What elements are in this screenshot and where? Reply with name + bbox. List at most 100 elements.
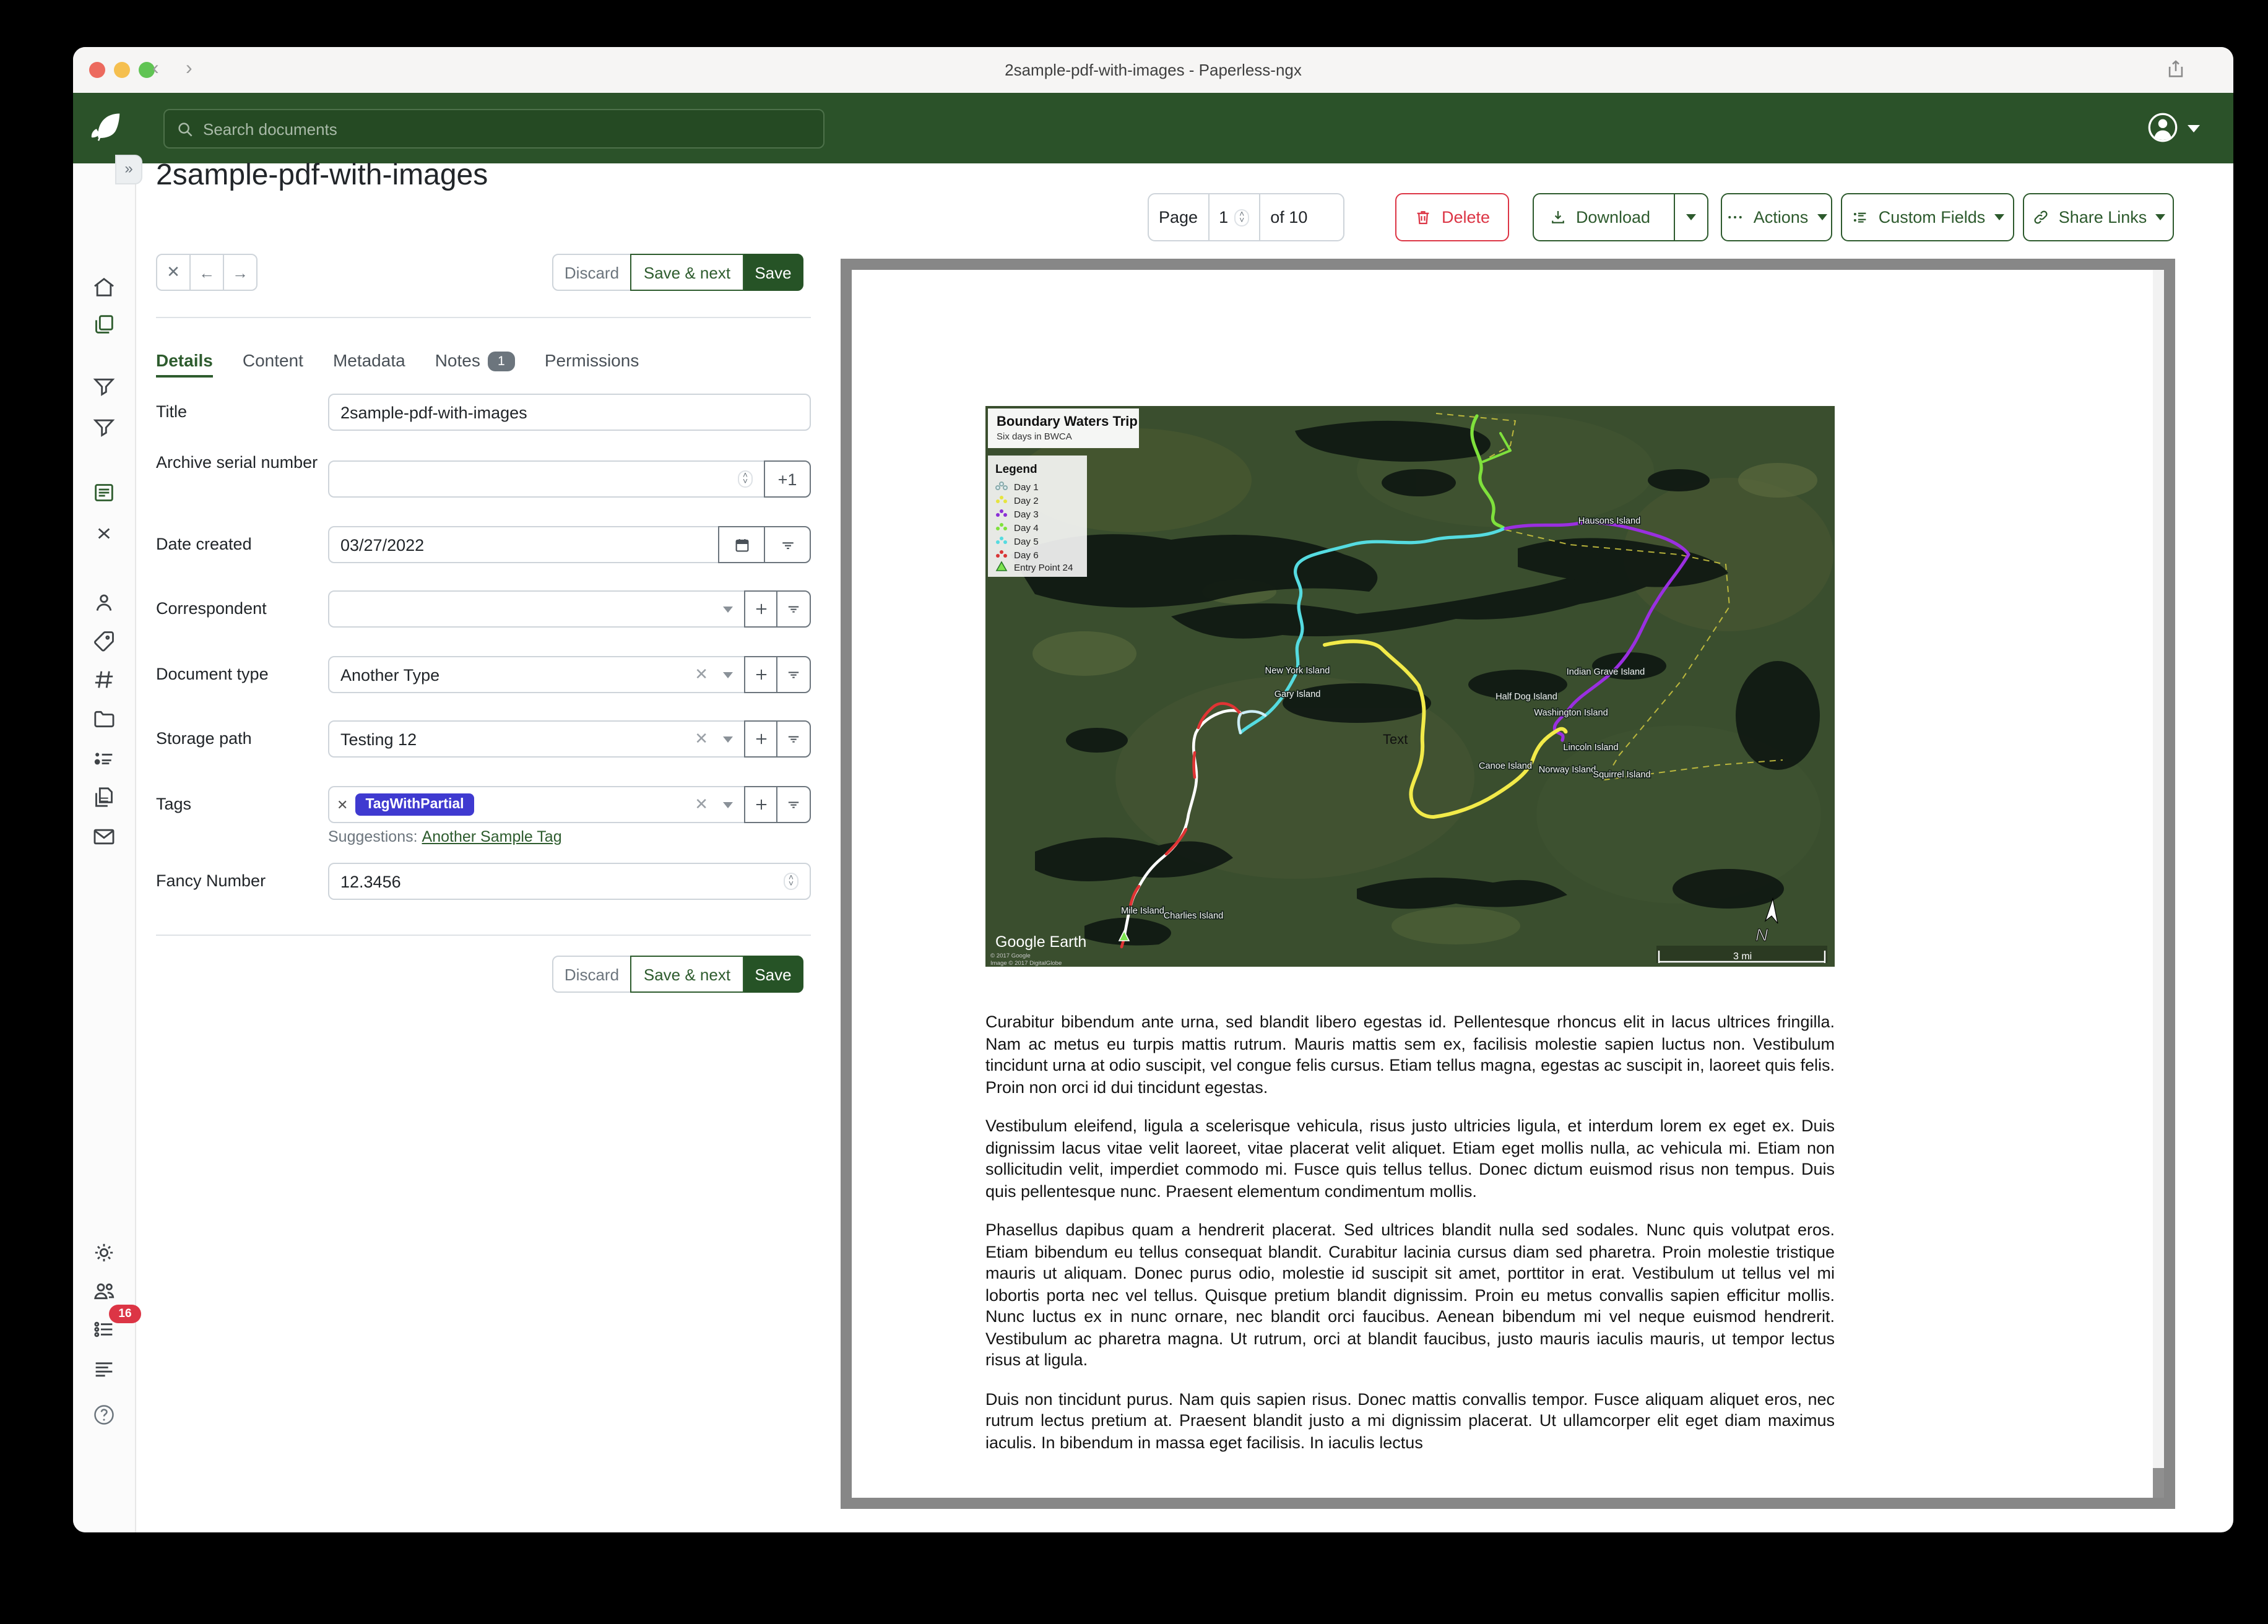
document-type-suggestions-button[interactable] (776, 656, 811, 693)
discard-button[interactable]: Discard (552, 254, 631, 291)
user-menu-caret-icon[interactable] (2188, 125, 2200, 132)
fancy-number-stepper-icon[interactable]: ˄˅ (784, 873, 799, 890)
field-asn: Archive serial number ˄˅ +1 (156, 460, 811, 498)
search-input[interactable]: Search documents (163, 109, 825, 149)
sidebar-item-asn[interactable] (92, 667, 116, 692)
legend-item: Day 2 (1014, 496, 1039, 506)
tab-content[interactable]: Content (243, 350, 303, 370)
sidebar-open-document[interactable] (92, 480, 116, 505)
sidebar-item-storage-paths[interactable] (92, 746, 116, 771)
map-island-label: Norway Island (1539, 765, 1596, 775)
map-island-label: Lincoln Island (1563, 743, 1618, 753)
save-and-next-button-bottom[interactable]: Save & next (630, 956, 744, 993)
storage-path-caret-icon (723, 736, 733, 742)
asn-input[interactable]: ˄˅ (328, 460, 765, 498)
plus-icon (752, 600, 769, 618)
map-island-label: Hausons Island (1578, 516, 1641, 526)
sidebar-item-documents[interactable] (92, 312, 116, 337)
add-document-type-button[interactable] (744, 656, 777, 693)
field-fancy-number: Fancy Number 12.3456 ˄˅ (156, 863, 811, 900)
date-created-input[interactable]: 03/27/2022 (328, 526, 719, 563)
clear-storage-path-icon[interactable]: ✕ (691, 729, 712, 749)
asn-stepper-icon[interactable]: ˄˅ (738, 470, 753, 488)
correspondent-select[interactable] (328, 590, 745, 628)
document-type-select[interactable]: Another Type✕ (328, 656, 745, 693)
title-input[interactable]: 2sample-pdf-with-images (328, 394, 811, 431)
preview-scrollbar[interactable] (2153, 270, 2164, 1498)
sidebar-item-document-types[interactable] (92, 707, 116, 732)
custom-fields-button[interactable]: Custom Fields (1841, 193, 2014, 241)
sidebar-item-correspondents[interactable] (92, 590, 116, 615)
map-island-label: Canoe Island (1479, 761, 1532, 771)
fancy-number-input[interactable]: 12.3456 ˄˅ (328, 863, 811, 900)
sidebar-item-saved-views[interactable] (92, 374, 116, 399)
add-storage-path-button[interactable] (744, 720, 777, 758)
doc-nav-group: ✕ ← → (156, 254, 258, 291)
legend-item: Entry Point 24 (1014, 563, 1073, 573)
document-preview-pane[interactable]: Hausons Island New York Island Gary Isla… (841, 259, 2175, 1509)
storage-path-suggestions-button[interactable] (776, 720, 811, 758)
page-stepper-icon[interactable]: ˄˅ (1234, 209, 1249, 226)
user-avatar-icon[interactable] (2145, 110, 2180, 145)
remove-tag-icon[interactable]: ✕ (337, 797, 348, 813)
titlebar: ‹ › 2sample-pdf-with-images - Paperless-… (73, 47, 2233, 94)
tags-suggestions-button[interactable] (776, 786, 811, 823)
tab-metadata[interactable]: Metadata (333, 350, 405, 370)
preview-scrollbar-thumb[interactable] (2153, 1468, 2164, 1498)
tab-details[interactable]: Details (156, 350, 213, 370)
sidebar-item-filter[interactable] (92, 415, 116, 439)
save-button[interactable]: Save (743, 254, 803, 291)
sidebar: 16 (73, 163, 136, 1532)
tag-suggestions: Suggestions: Another Sample Tag (328, 828, 562, 845)
share-links-button[interactable]: Share Links (2023, 193, 2174, 241)
add-tag-button[interactable] (744, 786, 777, 823)
search-icon (176, 119, 194, 138)
correspondent-label: Correspondent (156, 590, 319, 628)
calendar-button[interactable] (718, 526, 765, 563)
map-island-label: Charlies Island (1164, 911, 1224, 921)
sidebar-item-dashboard[interactable] (92, 275, 116, 300)
date-suggestions-button[interactable] (764, 526, 811, 563)
map-scale-label: 3 mi (1733, 951, 1752, 962)
page-label: Page (1149, 194, 1208, 240)
clear-tags-icon[interactable]: ✕ (691, 795, 712, 814)
help-icon[interactable] (92, 1402, 116, 1427)
add-correspondent-button[interactable] (744, 590, 777, 628)
download-options-button[interactable] (1674, 194, 1707, 240)
settings-gear-icon[interactable] (92, 1240, 116, 1265)
clear-document-type-icon[interactable]: ✕ (691, 665, 712, 685)
delete-button[interactable]: Delete (1395, 193, 1509, 241)
sidebar-item-mail[interactable] (92, 824, 116, 849)
paperless-logo-icon (88, 109, 125, 146)
logs-icon[interactable] (92, 1357, 116, 1381)
correspondent-suggestions-button[interactable] (776, 590, 811, 628)
tag-chip[interactable]: TagWithPartial (355, 793, 474, 816)
suggested-tag-link[interactable]: Another Sample Tag (422, 828, 562, 845)
tab-notes[interactable]: Notes1 (435, 350, 515, 371)
save-button-bottom[interactable]: Save (743, 956, 803, 993)
field-storage-path: Storage path Testing 12✕ (156, 720, 811, 758)
sidebar-item-tags[interactable] (92, 629, 116, 654)
sidebar-expand-button[interactable]: » (115, 155, 142, 184)
map-text-annotation: Text (1383, 732, 1408, 747)
ellipsis-icon (1726, 208, 1745, 227)
tags-input[interactable]: ✕ TagWithPartial ✕ (328, 786, 745, 823)
page-number-input[interactable]: 1 ˄˅ (1208, 194, 1260, 240)
asn-next-button[interactable]: +1 (764, 460, 811, 498)
sidebar-item-custom-fields[interactable] (92, 785, 116, 810)
filter-lines-icon (785, 666, 802, 683)
next-document-button[interactable]: → (223, 254, 258, 291)
close-all-documents-icon[interactable] (92, 521, 116, 546)
previous-document-button[interactable]: ← (189, 254, 224, 291)
tab-permissions[interactable]: Permissions (545, 350, 639, 370)
storage-path-select[interactable]: Testing 12✕ (328, 720, 745, 758)
download-button[interactable]: Download (1534, 194, 1665, 240)
share-icon[interactable] (2165, 57, 2186, 82)
page-total-label: of 10 (1260, 194, 1317, 240)
users-groups-icon[interactable] (92, 1279, 116, 1303)
discard-button-bottom[interactable]: Discard (552, 956, 631, 993)
save-and-next-button[interactable]: Save & next (630, 254, 744, 291)
app-window: ‹ › 2sample-pdf-with-images - Paperless-… (73, 47, 2233, 1532)
close-document-button[interactable]: ✕ (156, 254, 191, 291)
actions-button[interactable]: Actions (1721, 193, 1832, 241)
